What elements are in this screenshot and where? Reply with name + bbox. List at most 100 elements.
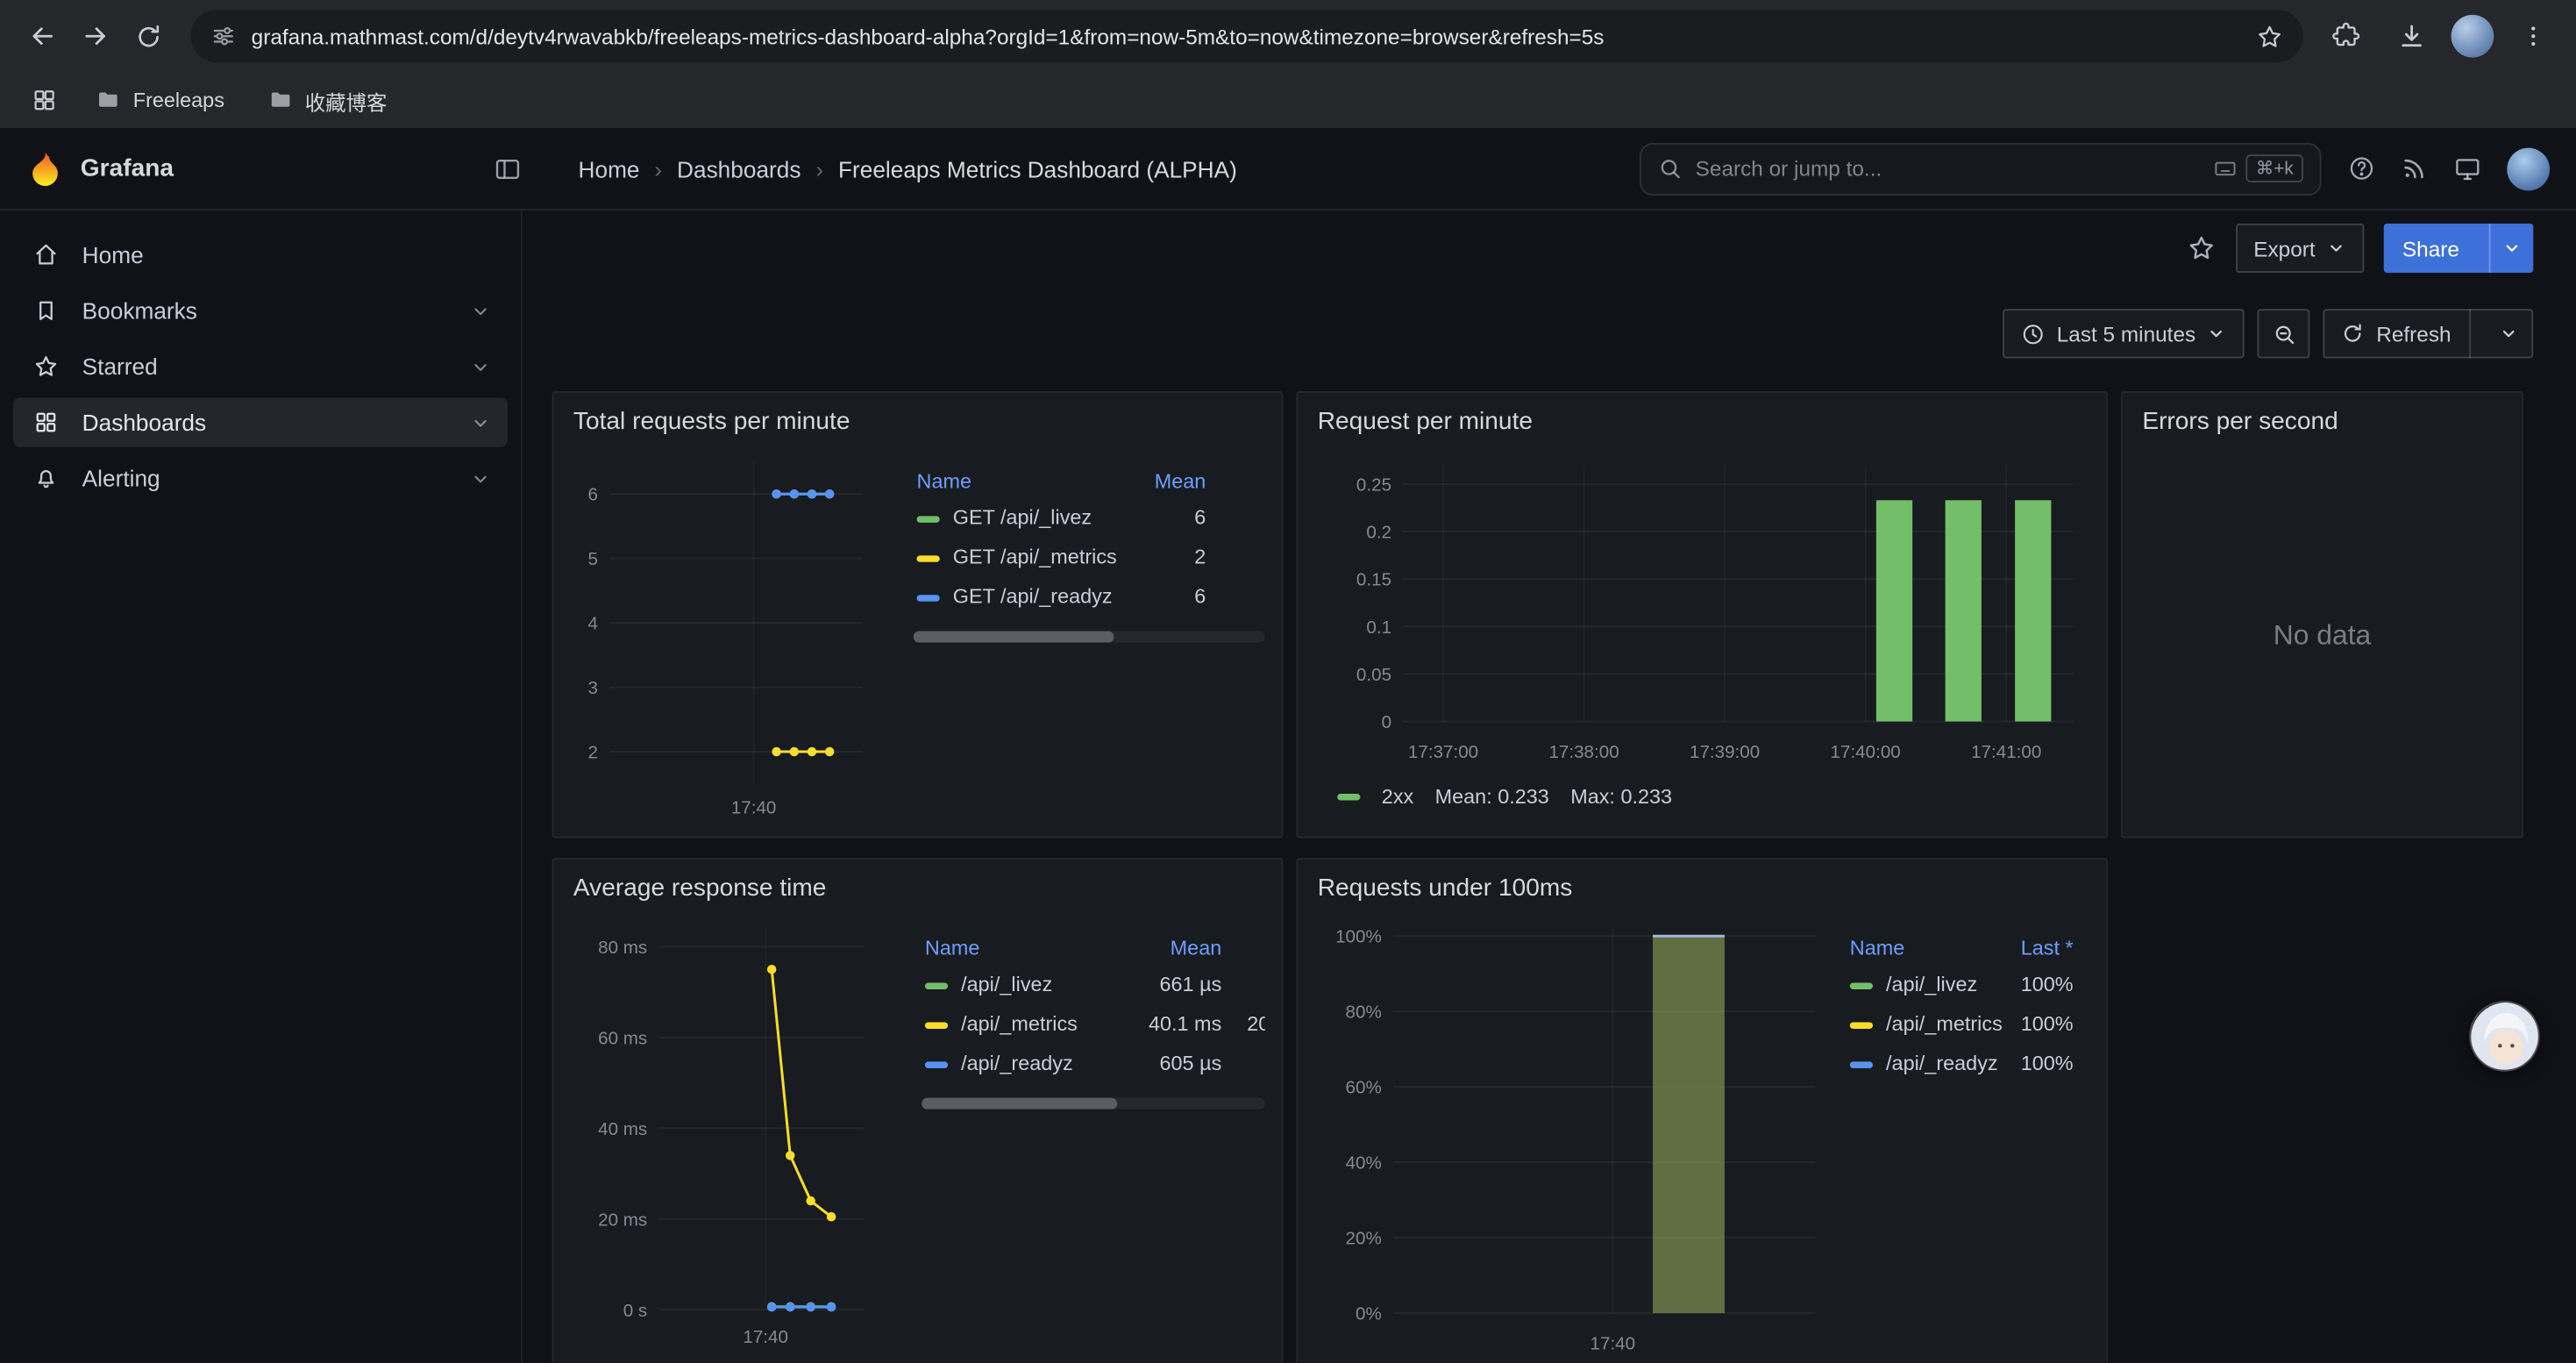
search-input[interactable]: Search or jump to... ⌘+k bbox=[1640, 142, 2322, 195]
request-per-minute-chart[interactable]: 0.250.20.150.10.05017:37:0017:38:0017:39… bbox=[1314, 446, 2093, 767]
back-button[interactable] bbox=[17, 10, 69, 62]
user-avatar[interactable] bbox=[2507, 147, 2550, 190]
kiosk-mode-button[interactable] bbox=[2452, 153, 2482, 183]
legend-mean: Mean: 0.233 bbox=[1435, 786, 1549, 809]
legend-column-header[interactable]: Name bbox=[922, 931, 1124, 964]
refresh-button[interactable]: Refresh bbox=[2323, 309, 2533, 358]
scrollbar-thumb[interactable] bbox=[914, 632, 1114, 643]
refresh-icon bbox=[2342, 322, 2365, 345]
legend-row[interactable]: GET /api/_metrics2 bbox=[914, 538, 1209, 577]
sidebar-item-label: Home bbox=[82, 241, 144, 268]
favorite-dashboard-button[interactable] bbox=[2186, 233, 2216, 263]
browser-menu-button[interactable] bbox=[2507, 10, 2559, 62]
profile-avatar[interactable] bbox=[2451, 15, 2494, 58]
legend-max: Max: 0.233 bbox=[1570, 786, 1672, 809]
legend-row[interactable]: /api/_livez100% bbox=[1847, 965, 2076, 1004]
help-icon bbox=[2348, 154, 2376, 182]
dashboard-content: Export Share Last 5 minutes bbox=[523, 211, 2576, 1362]
panel-legend: NameMeanGET /api/_livez6GET /api/_metric… bbox=[914, 465, 1265, 642]
legend-row[interactable]: GET /api/_livez6 bbox=[914, 498, 1209, 538]
series-swatch bbox=[1850, 1061, 1873, 1067]
chevron-down-icon[interactable] bbox=[470, 411, 491, 432]
help-button[interactable] bbox=[2348, 154, 2376, 182]
bookmark-folder-freeleaps[interactable]: Freeleaps bbox=[82, 82, 238, 118]
sidebar-item-alerting[interactable]: Alerting bbox=[13, 453, 508, 503]
legend-row[interactable]: /api/_metrics40.1 ms20.5 m bbox=[922, 1004, 1265, 1044]
url-bar[interactable]: grafana.mathmast.com/d/deytv4rwavabkb/fr… bbox=[190, 10, 2303, 62]
legend-column-header[interactable]: Last * bbox=[2014, 931, 2076, 964]
requests-under-100ms-chart[interactable]: 100%80%60%40%20%0%17:40 bbox=[1314, 912, 1832, 1359]
panel-title[interactable]: Requests under 100ms bbox=[1314, 869, 2089, 912]
url-text[interactable]: grafana.mathmast.com/d/deytv4rwavabkb/fr… bbox=[252, 24, 2241, 48]
panel-title[interactable]: Errors per second bbox=[2139, 403, 2506, 446]
panel-title[interactable]: Request per minute bbox=[1314, 403, 2089, 446]
panel-legend: NameLast */api/_livez100%/api/_metrics10… bbox=[1847, 931, 2089, 1082]
chevron-down-icon[interactable] bbox=[470, 356, 491, 377]
refresh-interval-button[interactable] bbox=[2486, 309, 2531, 358]
svg-text:20%: 20% bbox=[1346, 1229, 1382, 1249]
legend-row[interactable]: GET /api/_readyz6 bbox=[914, 577, 1209, 617]
legend-row[interactable]: /api/_livez661 µs646 bbox=[922, 965, 1265, 1004]
legend-column-header[interactable]: Mean bbox=[1144, 465, 1209, 497]
no-data-message: No data bbox=[2139, 446, 2506, 827]
breadcrumb: Home › Dashboards › Freeleaps Metrics Da… bbox=[579, 155, 1237, 182]
sidebar-toggle-button[interactable] bbox=[493, 153, 523, 183]
download-icon bbox=[2397, 21, 2427, 51]
apps-button[interactable] bbox=[23, 79, 66, 122]
folder-icon bbox=[96, 87, 122, 113]
clock-icon bbox=[2021, 321, 2046, 346]
series-swatch bbox=[925, 982, 948, 988]
bookmark-folder-blogs[interactable]: 收藏博客 bbox=[254, 80, 401, 121]
downloads-button[interactable] bbox=[2386, 10, 2438, 62]
legend-row[interactable]: /api/_readyz100% bbox=[1847, 1044, 2076, 1083]
svg-text:6: 6 bbox=[588, 485, 598, 505]
share-menu-button[interactable] bbox=[2489, 224, 2534, 273]
legend-scrollbar[interactable] bbox=[914, 632, 1265, 643]
site-info-icon[interactable] bbox=[210, 23, 237, 49]
legend-scrollbar[interactable] bbox=[922, 1098, 1265, 1110]
breadcrumb-dashboards[interactable]: Dashboards bbox=[677, 155, 801, 182]
floating-assistant-avatar[interactable] bbox=[2469, 1001, 2540, 1072]
total-requests-chart[interactable]: 6543217:40 bbox=[570, 446, 899, 824]
legend-row[interactable]: /api/_readyz605 µs620 bbox=[922, 1044, 1265, 1083]
grafana-topnav: Grafana Home › Dashboards › Freeleaps Me… bbox=[0, 128, 2576, 211]
legend-column-header[interactable]: Las bbox=[1225, 931, 1265, 964]
reload-button[interactable] bbox=[122, 10, 174, 62]
news-button[interactable] bbox=[2401, 154, 2429, 182]
legend-table: NameMeanGET /api/_livez6GET /api/_metric… bbox=[914, 465, 1209, 616]
extensions-puzzle-icon bbox=[2331, 21, 2361, 51]
breadcrumb-home[interactable]: Home bbox=[579, 155, 640, 182]
bookmark-star-icon[interactable] bbox=[2256, 22, 2284, 50]
share-button[interactable]: Share bbox=[2384, 224, 2533, 273]
panel-title[interactable]: Total requests per minute bbox=[570, 403, 1265, 446]
sidebar-item-starred[interactable]: Starred bbox=[13, 342, 508, 391]
legend-column-header[interactable]: Mean bbox=[1124, 931, 1225, 964]
forward-button[interactable] bbox=[69, 10, 122, 62]
legend-series-label[interactable]: 2xx bbox=[1382, 786, 1413, 809]
scrollbar-thumb[interactable] bbox=[922, 1098, 1117, 1110]
sidebar-item-dashboards[interactable]: Dashboards bbox=[13, 397, 508, 446]
reload-icon bbox=[134, 22, 162, 50]
time-range-picker[interactable]: Last 5 minutes bbox=[2003, 309, 2245, 358]
breadcrumb-separator: › bbox=[654, 155, 662, 182]
zoom-out-button[interactable] bbox=[2258, 309, 2310, 358]
share-label[interactable]: Share bbox=[2384, 224, 2477, 273]
svg-text:17:38:00: 17:38:00 bbox=[1548, 742, 1619, 762]
panel-errors-per-second: Errors per second No data bbox=[2121, 391, 2523, 838]
panel-title[interactable]: Average response time bbox=[570, 869, 1265, 912]
svg-text:17:40:00: 17:40:00 bbox=[1831, 742, 1901, 762]
chevron-down-icon[interactable] bbox=[470, 300, 491, 321]
extensions-button[interactable] bbox=[2320, 10, 2373, 62]
chevron-down-icon[interactable] bbox=[470, 467, 491, 489]
average-response-time-chart[interactable]: 80 ms60 ms40 ms20 ms0 s17:40 bbox=[570, 912, 907, 1352]
browser-chrome: grafana.mathmast.com/d/deytv4rwavabkb/fr… bbox=[0, 0, 2576, 128]
grafana-logo[interactable] bbox=[26, 150, 64, 188]
legend-column-header[interactable]: Name bbox=[914, 465, 1144, 497]
refresh-label: Refresh bbox=[2376, 321, 2451, 346]
sidebar-item-bookmarks[interactable]: Bookmarks bbox=[13, 286, 508, 335]
series-swatch bbox=[1337, 794, 1360, 800]
legend-column-header[interactable]: Name bbox=[1847, 931, 2014, 964]
sidebar-item-home[interactable]: Home bbox=[13, 230, 508, 279]
export-button[interactable]: Export bbox=[2236, 224, 2365, 273]
legend-row[interactable]: /api/_metrics100% bbox=[1847, 1004, 2076, 1044]
